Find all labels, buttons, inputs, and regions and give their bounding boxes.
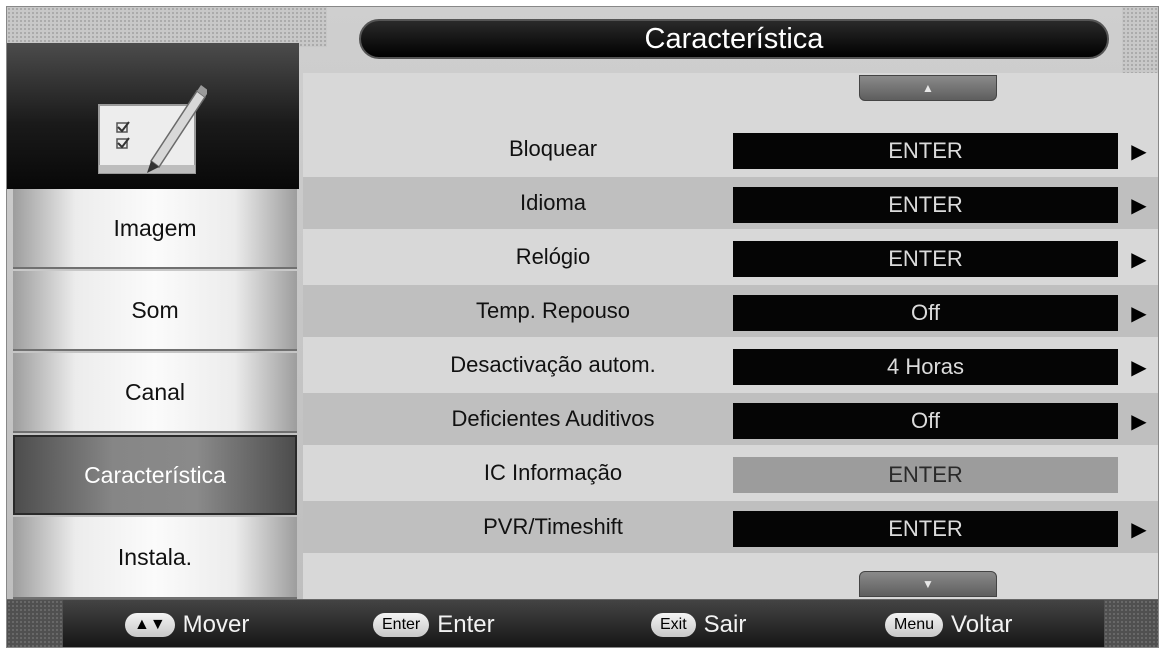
checklist-pencil-icon — [98, 85, 207, 174]
menu-row-label: Desactivação autom. — [450, 352, 656, 377]
triangle-right-icon[interactable]: ▶ — [1129, 245, 1149, 273]
triangle-right-icon[interactable]: ▶ — [1129, 353, 1149, 381]
menu-content: ▲ Bloquear ENTER ▶ Idioma ENTER ▶ Relógi… — [303, 73, 1158, 599]
menu-row-value-disabled: ENTER — [733, 457, 1118, 493]
triangle-right-icon[interactable]: ▶ — [1129, 191, 1149, 219]
triangle-right-icon[interactable]: ▶ — [1129, 515, 1149, 543]
category-icon-area — [7, 43, 299, 189]
menu-row-desactivacao-autom[interactable]: Desactivação autom. 4 Horas ▶ — [303, 339, 1158, 391]
menu-row-ic-informacao: IC Informação ENTER — [303, 447, 1158, 499]
menu-row-temp-repouso[interactable]: Temp. Repouso Off ▶ — [303, 285, 1158, 337]
menu-row-value[interactable]: Off — [733, 403, 1118, 439]
dotted-texture — [7, 7, 327, 47]
footer-hint-bar: ▲▼ Mover Enter Enter Exit Sair Menu Volt… — [7, 599, 1158, 647]
menu-row-idioma[interactable]: Idioma ENTER ▶ — [303, 177, 1158, 229]
menu-row-label: Deficientes Auditivos — [451, 406, 655, 431]
hint-text: Voltar — [951, 611, 1013, 638]
exit-key-icon: Exit — [651, 613, 696, 637]
menu-row-label: Idioma — [519, 190, 587, 215]
menu-row-label: Bloquear — [508, 136, 598, 161]
menu-key-icon: Menu — [885, 613, 944, 637]
dotted-texture — [1104, 600, 1158, 647]
arrow-keys-icon: ▲▼ — [125, 613, 175, 637]
nav-item-caracteristica[interactable]: Característica — [13, 435, 297, 515]
nav-item-label: Característica — [84, 461, 226, 488]
enter-key-icon: Enter — [373, 613, 430, 637]
scroll-down-button[interactable]: ▼ — [859, 571, 997, 597]
dotted-texture — [7, 600, 63, 647]
triangle-right-icon[interactable]: ▶ — [1129, 407, 1149, 435]
page-title: Característica — [359, 19, 1109, 59]
hint-text: Mover — [182, 611, 250, 638]
dotted-texture — [1122, 7, 1158, 77]
nav-item-label: Canal — [124, 378, 186, 405]
menu-row-value[interactable]: ENTER — [733, 187, 1118, 223]
nav-item-label: Som — [131, 296, 179, 323]
scroll-up-button[interactable]: ▲ — [859, 75, 997, 101]
menu-row-label: IC Informação — [483, 460, 623, 485]
left-panel: Imagem Som Canal Característica Instala. — [7, 7, 327, 599]
menu-row-value[interactable]: ENTER — [733, 133, 1118, 169]
triangle-right-icon[interactable]: ▶ — [1129, 137, 1149, 165]
menu-row-value[interactable]: ENTER — [733, 241, 1118, 277]
triangle-down-icon: ▼ — [922, 577, 934, 591]
menu-row-value[interactable]: Off — [733, 295, 1118, 331]
tv-menu-screen: Imagem Som Canal Característica Instala.… — [6, 6, 1159, 648]
menu-row-pvr-timeshift[interactable]: PVR/Timeshift ENTER ▶ — [303, 501, 1158, 553]
nav-item-imagem[interactable]: Imagem — [13, 189, 297, 269]
menu-row-deficientes-auditivos[interactable]: Deficientes Auditivos Off ▶ — [303, 393, 1158, 445]
menu-row-label: Relógio — [515, 244, 591, 269]
nav-item-instala[interactable]: Instala. — [13, 517, 297, 599]
hint-text: Enter — [437, 611, 495, 638]
triangle-right-icon[interactable]: ▶ — [1129, 299, 1149, 327]
page-title-text: Característica — [644, 22, 824, 55]
hint-move: ▲▼ Mover — [125, 600, 250, 647]
hint-text: Sair — [703, 611, 747, 638]
nav-item-som[interactable]: Som — [13, 271, 297, 351]
menu-row-bloquear[interactable]: Bloquear ENTER ▶ — [303, 123, 1158, 175]
menu-row-label: Temp. Repouso — [475, 298, 631, 323]
nav-item-canal[interactable]: Canal — [13, 353, 297, 433]
hint-exit: Exit Sair — [651, 600, 747, 647]
menu-row-relogio[interactable]: Relógio ENTER ▶ — [303, 231, 1158, 283]
menu-row-label: PVR/Timeshift — [483, 514, 623, 539]
menu-row-value[interactable]: 4 Horas — [733, 349, 1118, 385]
hint-menu: Menu Voltar — [885, 600, 1013, 647]
triangle-up-icon: ▲ — [922, 81, 934, 95]
nav-item-label: Instala. — [117, 543, 193, 570]
nav-item-label: Imagem — [113, 214, 197, 241]
menu-row-value[interactable]: ENTER — [733, 511, 1118, 547]
hint-enter: Enter Enter — [373, 600, 495, 647]
